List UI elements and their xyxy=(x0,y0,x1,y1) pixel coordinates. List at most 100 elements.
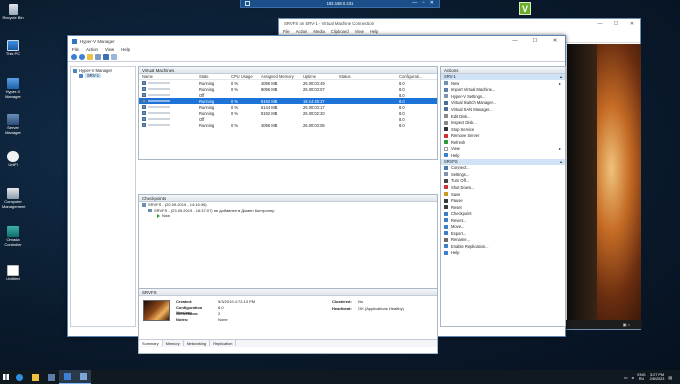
notifications-icon[interactable]: ▤ xyxy=(668,375,672,380)
clock[interactable]: 3:27 PM 2/8/2023 xyxy=(650,373,665,382)
taskbar-explorer[interactable] xyxy=(27,370,43,384)
start-button[interactable] xyxy=(0,370,11,384)
taskbar-hyper-v[interactable] xyxy=(59,370,75,384)
hyper-v-manager-window[interactable]: Hyper-V Manager — ☐ ✕ File Action View H… xyxy=(67,35,566,354)
virtual-machine-icon xyxy=(142,81,146,85)
vm-thumbnail[interactable] xyxy=(143,300,170,321)
desktop-icon-omada[interactable]: Omada Controller xyxy=(2,226,24,247)
menu-help[interactable]: Help xyxy=(121,47,130,52)
desktop-icon-unifi[interactable]: UniFi xyxy=(2,151,24,168)
help-icon[interactable] xyxy=(103,54,109,60)
column-configuration[interactable]: Configurati... xyxy=(399,74,429,79)
network-icon[interactable]: ▭ xyxy=(624,375,628,380)
vm-uptime-cell: 26.00:03:05 xyxy=(303,122,325,128)
column-state[interactable]: State xyxy=(199,74,231,79)
move-icon xyxy=(444,224,448,229)
desktop-icon-untitled[interactable]: Untitled xyxy=(2,265,24,282)
pin-icon[interactable] xyxy=(245,1,250,6)
settings-icon xyxy=(444,94,448,99)
menu-file[interactable]: File xyxy=(72,47,79,52)
rename-icon xyxy=(444,237,448,242)
action-label: Save xyxy=(451,191,461,197)
maximize-button[interactable]: ☐ xyxy=(525,38,545,44)
desktop-icon-this-pc[interactable]: This PC xyxy=(2,40,24,57)
tab-summary[interactable]: Summary xyxy=(139,340,163,346)
menu-view[interactable]: View xyxy=(105,47,114,52)
show-hide-pane-icon[interactable] xyxy=(111,54,117,60)
taskbar-ie[interactable] xyxy=(11,370,27,384)
close-button[interactable]: ✕ xyxy=(545,38,565,44)
minimize-button[interactable]: — xyxy=(592,21,608,27)
desktop-icon-computer-management[interactable]: Computer Management xyxy=(2,188,25,209)
minimize-button[interactable]: — xyxy=(505,38,525,44)
desktop-icon-label: Hyper-V Manager xyxy=(5,89,21,99)
remote-desktop-bar[interactable]: 192.168.0.231 — ▫ ✕ xyxy=(240,0,440,8)
vm-state-cell: Running xyxy=(199,104,215,110)
vm-cpu-cell: 0 % xyxy=(231,86,239,92)
properties-icon[interactable] xyxy=(95,54,101,60)
vm-name-cell xyxy=(142,105,199,109)
san-icon xyxy=(444,107,448,112)
column-status[interactable]: Status xyxy=(339,74,399,79)
detail-created: Created: 9/3/2019 4:72:13 PM xyxy=(176,299,255,304)
column-uptime[interactable]: Uptime xyxy=(303,74,339,79)
column-cpu[interactable]: CPU Usage xyxy=(231,74,261,79)
action-label: Move... xyxy=(451,224,465,230)
details-tabs: Summary Memory Networking Replication xyxy=(139,339,437,347)
volume-icon[interactable]: ◂ xyxy=(631,375,633,380)
tab-networking[interactable]: Networking xyxy=(184,340,211,346)
desktop-icon-server-manager[interactable]: Server Manager xyxy=(2,114,24,135)
menu-media[interactable]: Media xyxy=(313,29,324,34)
menu-view[interactable]: View xyxy=(355,29,364,34)
language-indicator[interactable]: ENG RU xyxy=(637,373,645,382)
menu-action[interactable]: Action xyxy=(86,47,98,52)
hyper-v-titlebar[interactable]: Hyper-V Manager — ☐ ✕ xyxy=(68,36,565,46)
taskbar-server-manager[interactable] xyxy=(43,370,59,384)
action-label: Enable Replication... xyxy=(451,243,489,249)
checkpoint-label: SRVFS - (20.09.2019 - 14:15:36) xyxy=(148,202,207,208)
menu-file[interactable]: File xyxy=(283,29,290,34)
vm-tray-icons: ▣ ⌂ xyxy=(622,322,630,327)
checkpoint-now[interactable]: Now xyxy=(139,213,437,219)
detail-value: None xyxy=(218,317,228,322)
column-memory[interactable]: Assigned Memory xyxy=(261,74,303,79)
column-name[interactable]: Name xyxy=(142,74,199,79)
tab-replication[interactable]: Replication xyxy=(210,340,237,346)
table-row[interactable]: Running 0 % 4096 MB 26.00:03:05 8.0 xyxy=(139,122,437,128)
desktop-icon-recycle-bin[interactable]: Recycle Bin xyxy=(2,4,24,21)
checkpoint-icon xyxy=(142,203,146,207)
vm-name-cell xyxy=(142,117,199,121)
desktop: 192.168.0.231 — ▫ ✕ V Recycle Bin This P… xyxy=(0,0,680,370)
clock-date: 2/8/2023 xyxy=(649,377,665,381)
rdp-window-controls[interactable]: — ▫ ✕ xyxy=(412,0,436,6)
vm-cpu-cell: 0 % xyxy=(231,110,239,116)
tab-memory[interactable]: Memory xyxy=(163,340,184,346)
desktop-icon-label: Recycle Bin xyxy=(2,15,24,20)
v-app-icon[interactable]: V xyxy=(519,2,531,15)
folder-icon[interactable] xyxy=(87,54,93,60)
menu-clipboard[interactable]: Clipboard xyxy=(331,29,349,34)
vm-uptime-cell: 19.14:45:37 xyxy=(303,98,325,104)
action-label: Refresh xyxy=(451,139,466,145)
action-label: Pause xyxy=(451,198,463,204)
vm-screen[interactable] xyxy=(567,44,641,321)
action-help[interactable]: Help xyxy=(441,250,565,257)
hyper-v-icon xyxy=(73,68,77,73)
forward-arrow-icon[interactable] xyxy=(79,54,85,60)
vm-config-cell: 8.0 xyxy=(399,80,405,86)
menu-help[interactable]: Help xyxy=(370,29,379,34)
close-button[interactable]: ✕ xyxy=(624,21,640,27)
back-arrow-icon[interactable] xyxy=(71,54,77,60)
desktop-icon-label: UniFi xyxy=(8,162,18,167)
menu-action[interactable]: Action xyxy=(296,29,308,34)
maximize-button[interactable]: ☐ xyxy=(608,21,624,27)
taskbar-vm-connection[interactable] xyxy=(75,370,91,384)
tree-server-node[interactable]: SRV-1 xyxy=(73,73,133,78)
reset-icon xyxy=(444,205,448,210)
action-label: Virtual SAN Manager... xyxy=(451,106,493,112)
vm-memory-cell: 8096 MB xyxy=(261,86,278,92)
replication-icon xyxy=(444,244,448,249)
vm-connection-titlebar[interactable]: SRVFS on SRV-1 - Virtual Machine Connect… xyxy=(279,19,640,28)
desktop-icon-hyper-v[interactable]: Hyper-V Manager xyxy=(2,78,24,99)
checkpoints-panel: Checkpoints SRVFS - (20.09.2019 - 14:15:… xyxy=(138,194,438,289)
